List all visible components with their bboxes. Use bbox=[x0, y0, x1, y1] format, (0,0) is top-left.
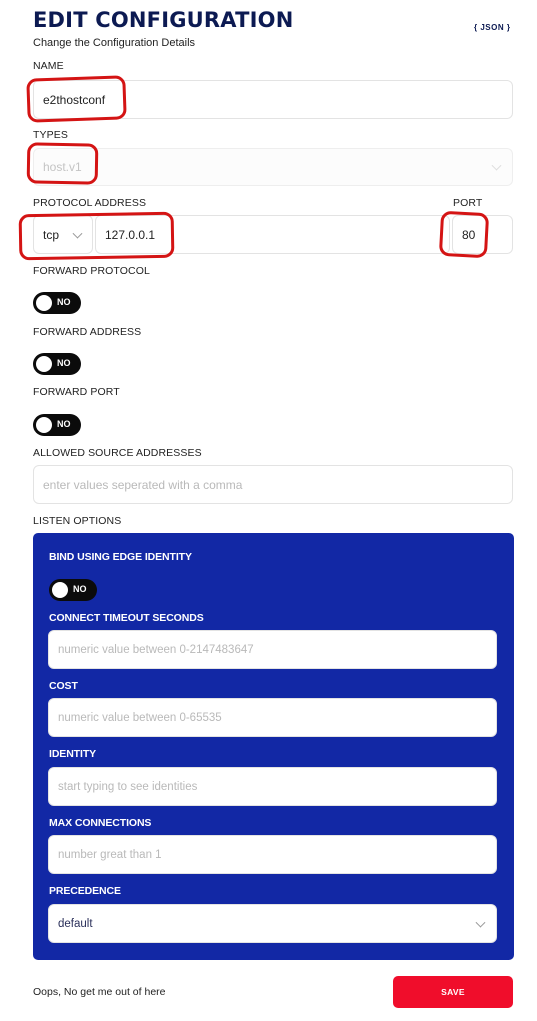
port-input[interactable]: 80 bbox=[452, 215, 513, 254]
types-select: host.v1 bbox=[33, 148, 513, 186]
identity-label: IDENTITY bbox=[49, 748, 97, 760]
protocol-select[interactable]: tcp bbox=[33, 215, 93, 254]
page-subtitle: Change the Configuration Details bbox=[33, 37, 196, 49]
toggle-state-label: NO bbox=[57, 297, 71, 307]
max-connections-placeholder: number great than 1 bbox=[58, 848, 162, 861]
cost-input[interactable]: numeric value between 0-65535 bbox=[48, 698, 497, 737]
identity-placeholder: start typing to see identities bbox=[58, 780, 198, 793]
allowed-source-input[interactable]: enter values seperated with a comma bbox=[33, 465, 513, 504]
toggle-state-label: NO bbox=[57, 419, 71, 429]
address-input[interactable]: 127.0.0.1 bbox=[95, 215, 450, 254]
connect-timeout-label: CONNECT TIMEOUT SECONDS bbox=[49, 612, 204, 624]
types-label: TYPES bbox=[33, 129, 68, 141]
toggle-state-label: NO bbox=[57, 358, 71, 368]
allowed-source-placeholder: enter values seperated with a comma bbox=[43, 477, 243, 492]
max-connections-label: MAX CONNECTIONS bbox=[49, 817, 152, 829]
cost-label: COST bbox=[49, 680, 78, 692]
cost-placeholder: numeric value between 0-65535 bbox=[58, 711, 222, 724]
toggle-state-label: NO bbox=[73, 584, 87, 594]
port-label: PORT bbox=[453, 197, 483, 209]
connect-timeout-placeholder: numeric value between 0-2147483647 bbox=[58, 643, 254, 656]
identity-input[interactable]: start typing to see identities bbox=[48, 767, 497, 806]
connect-timeout-input[interactable]: numeric value between 0-2147483647 bbox=[48, 630, 497, 669]
protocol-address-label: PROTOCOL ADDRESS bbox=[33, 197, 147, 209]
cancel-link[interactable]: Oops, No get me out of here bbox=[33, 986, 166, 998]
page-title: EDIT CONFIGURATION bbox=[33, 8, 294, 32]
json-toggle-link[interactable]: { JSON } bbox=[474, 23, 510, 32]
port-input-value: 80 bbox=[462, 227, 476, 242]
chevron-down-icon bbox=[475, 917, 486, 928]
save-button[interactable]: SAVE bbox=[393, 976, 513, 1008]
listen-options-label: LISTEN OPTIONS bbox=[33, 515, 122, 527]
forward-port-toggle[interactable]: NO bbox=[33, 414, 81, 436]
toggle-knob bbox=[36, 417, 52, 433]
toggle-knob bbox=[36, 356, 52, 372]
forward-port-label: FORWARD PORT bbox=[33, 386, 120, 398]
forward-protocol-label: FORWARD PROTOCOL bbox=[33, 265, 150, 277]
toggle-knob bbox=[52, 582, 68, 598]
protocol-select-value: tcp bbox=[43, 227, 60, 242]
types-select-value: host.v1 bbox=[43, 160, 82, 174]
name-label: NAME bbox=[33, 60, 64, 72]
forward-address-toggle[interactable]: NO bbox=[33, 353, 81, 375]
precedence-select-value: default bbox=[58, 917, 93, 930]
forward-address-label: FORWARD ADDRESS bbox=[33, 326, 142, 338]
name-input[interactable]: e2thostconf bbox=[33, 80, 513, 119]
address-input-value: 127.0.0.1 bbox=[105, 227, 156, 242]
bind-edge-identity-toggle[interactable]: NO bbox=[49, 579, 97, 601]
chevron-down-icon bbox=[491, 160, 502, 171]
listen-options-panel: BIND USING EDGE IDENTITY NO CONNECT TIME… bbox=[33, 533, 514, 960]
chevron-down-icon bbox=[72, 228, 83, 239]
allowed-source-label: ALLOWED SOURCE ADDRESSES bbox=[33, 447, 202, 459]
name-input-value: e2thostconf bbox=[43, 92, 106, 107]
toggle-knob bbox=[36, 295, 52, 311]
precedence-select[interactable]: default bbox=[48, 904, 497, 943]
forward-protocol-toggle[interactable]: NO bbox=[33, 292, 81, 314]
max-connections-input[interactable]: number great than 1 bbox=[48, 835, 497, 874]
precedence-label: PRECEDENCE bbox=[49, 885, 121, 897]
bind-edge-identity-label: BIND USING EDGE IDENTITY bbox=[49, 551, 192, 563]
